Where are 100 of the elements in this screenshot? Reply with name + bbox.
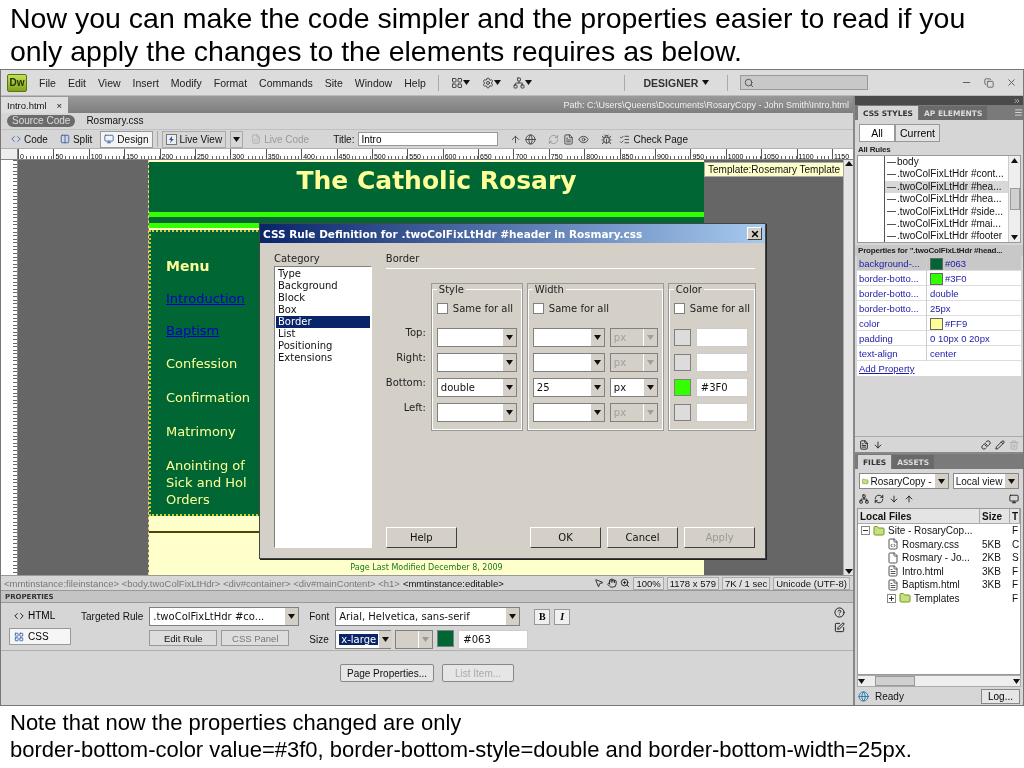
same-for-all-checkbox[interactable]: Same for all <box>673 297 750 319</box>
same-for-all-checkbox[interactable]: Same for all <box>436 297 517 319</box>
category-item[interactable]: Border <box>276 316 370 328</box>
color-field[interactable] <box>695 328 748 347</box>
targeted-rule-select[interactable]: .twoColFixLtHdr #co... <box>149 607 300 626</box>
menu-item[interactable]: Window <box>354 76 393 89</box>
refresh-icon[interactable] <box>874 493 884 504</box>
scrollbar[interactable] <box>1008 156 1020 242</box>
column-header[interactable]: Local Files <box>858 509 980 523</box>
mode-button[interactable]: CSS <box>9 628 71 645</box>
menu-item[interactable]: Site <box>324 76 343 89</box>
color-field[interactable] <box>695 403 748 422</box>
font-select[interactable]: Arial, Helvetica, sans-serif <box>335 607 521 626</box>
panel-menu-icon[interactable] <box>1014 108 1023 117</box>
view-select[interactable]: Local view <box>952 473 1019 489</box>
collapse-panel-icon[interactable] <box>1013 96 1021 105</box>
style-select[interactable]: double <box>436 378 517 397</box>
bold-button[interactable]: B <box>534 608 551 625</box>
category-item[interactable]: Box <box>276 304 370 316</box>
property-row[interactable]: padding 0 10px 0 20px <box>857 331 1021 346</box>
width-select[interactable] <box>532 403 605 422</box>
file-name[interactable]: Baptism.html <box>858 578 980 591</box>
menu-item[interactable]: View <box>98 76 121 89</box>
check-page-button[interactable]: Check Page <box>616 130 691 148</box>
style-select[interactable] <box>436 328 517 347</box>
document-tab[interactable]: Intro.html × <box>1 97 69 113</box>
related-file[interactable]: Rosmary.css <box>81 115 149 127</box>
category-list[interactable]: Type Background Block Box Border List Positioning Extensions <box>274 266 372 548</box>
file-name[interactable]: Intro.html <box>858 565 980 578</box>
get-files-icon[interactable] <box>889 493 899 504</box>
same-for-all-checkbox[interactable]: Same for all <box>532 297 658 319</box>
size-select[interactable]: x-large <box>335 630 392 649</box>
color-field[interactable] <box>695 353 748 372</box>
text-color-swatch[interactable] <box>437 630 455 647</box>
connect-icon[interactable] <box>859 493 869 504</box>
view-button[interactable]: Split <box>55 130 97 148</box>
file-name[interactable]: Templates <box>858 592 980 605</box>
close-icon[interactable] <box>1006 77 1017 88</box>
menu-item[interactable]: Insert <box>132 76 159 89</box>
page-button[interactable]: Page Properties... <box>339 664 434 682</box>
style-select[interactable] <box>436 403 517 422</box>
hand-tool-icon[interactable] <box>607 578 618 588</box>
live-view-menu-button[interactable] <box>230 130 244 148</box>
dialog-button[interactable]: OK <box>530 527 601 548</box>
scroll-thumb[interactable] <box>1009 188 1020 210</box>
property-row[interactable]: color #FF9 <box>857 316 1021 331</box>
menu-item[interactable]: Edit <box>67 76 86 89</box>
put-files-icon[interactable] <box>904 493 914 504</box>
close-button[interactable] <box>747 227 762 240</box>
width-select[interactable] <box>532 328 605 347</box>
rules-mode-button[interactable]: All <box>859 124 895 142</box>
related-file[interactable]: Source Code <box>7 115 76 127</box>
rule-item[interactable]: .twoColFixLtHdr #hea... <box>884 180 1008 194</box>
color-swatch[interactable] <box>673 379 691 396</box>
category-item[interactable]: List <box>276 328 370 340</box>
dialog-button[interactable]: Help <box>385 527 457 548</box>
property-row[interactable]: border-botto... 25px <box>857 301 1021 316</box>
log-button[interactable]: Log... <box>980 688 1020 704</box>
menu-item[interactable]: Format <box>213 76 248 89</box>
color-swatch[interactable] <box>673 329 691 346</box>
window-size-select[interactable]: 1178 x 579 <box>666 576 719 590</box>
size-unit-select[interactable] <box>395 630 434 649</box>
file-name[interactable]: Rosmary.css <box>858 538 980 551</box>
settings-icon[interactable] <box>481 76 501 89</box>
italic-button[interactable]: I <box>554 608 571 625</box>
view-button[interactable]: Design <box>100 130 153 148</box>
add-property-link[interactable]: Add Property <box>857 361 1021 376</box>
mode-button[interactable]: HTML <box>9 607 71 624</box>
property-row[interactable]: background-... #063 <box>857 256 1021 271</box>
category-item[interactable]: Extensions <box>276 352 370 364</box>
style-select[interactable] <box>436 353 517 372</box>
scrollbar[interactable] <box>843 160 853 575</box>
dialog-button[interactable]: Cancel <box>607 527 678 548</box>
file-name[interactable]: Rosmary - Jo... <box>858 551 980 564</box>
menu-item[interactable]: Help <box>404 76 426 89</box>
category-item[interactable]: Background <box>276 280 370 292</box>
globe-icon[interactable] <box>525 133 537 145</box>
width-select[interactable]: 25 <box>532 378 605 397</box>
edit-icon[interactable] <box>834 622 845 633</box>
zoom-tool-icon[interactable] <box>620 578 631 588</box>
width-select[interactable] <box>532 353 605 372</box>
live-view-button[interactable]: Live View <box>161 130 227 148</box>
file-name[interactable]: Site - RosaryCop... <box>858 524 980 537</box>
rules-mode-button[interactable]: Current <box>895 124 940 142</box>
category-item[interactable]: Positioning <box>276 340 370 352</box>
color-field[interactable]: #3F0 <box>695 378 748 397</box>
help-icon[interactable] <box>834 607 845 618</box>
menu-item[interactable]: File <box>39 76 56 89</box>
menu-item[interactable]: Commands <box>259 76 313 89</box>
scroll-thumb[interactable] <box>875 676 915 686</box>
rule-button[interactable]: Edit Rule <box>149 630 218 646</box>
color-swatch[interactable] <box>673 404 691 421</box>
edit-rule-icon[interactable] <box>995 439 1005 450</box>
site-select[interactable]: RosaryCopy - <box>859 473 949 489</box>
category-item[interactable]: Block <box>276 292 370 304</box>
tab-close-button[interactable]: × <box>56 99 63 111</box>
text-color-field[interactable]: #063 <box>458 630 529 649</box>
title-field[interactable]: Intro <box>358 132 499 146</box>
pointer-tool-icon[interactable] <box>594 578 605 588</box>
color-swatch[interactable] <box>673 354 691 371</box>
